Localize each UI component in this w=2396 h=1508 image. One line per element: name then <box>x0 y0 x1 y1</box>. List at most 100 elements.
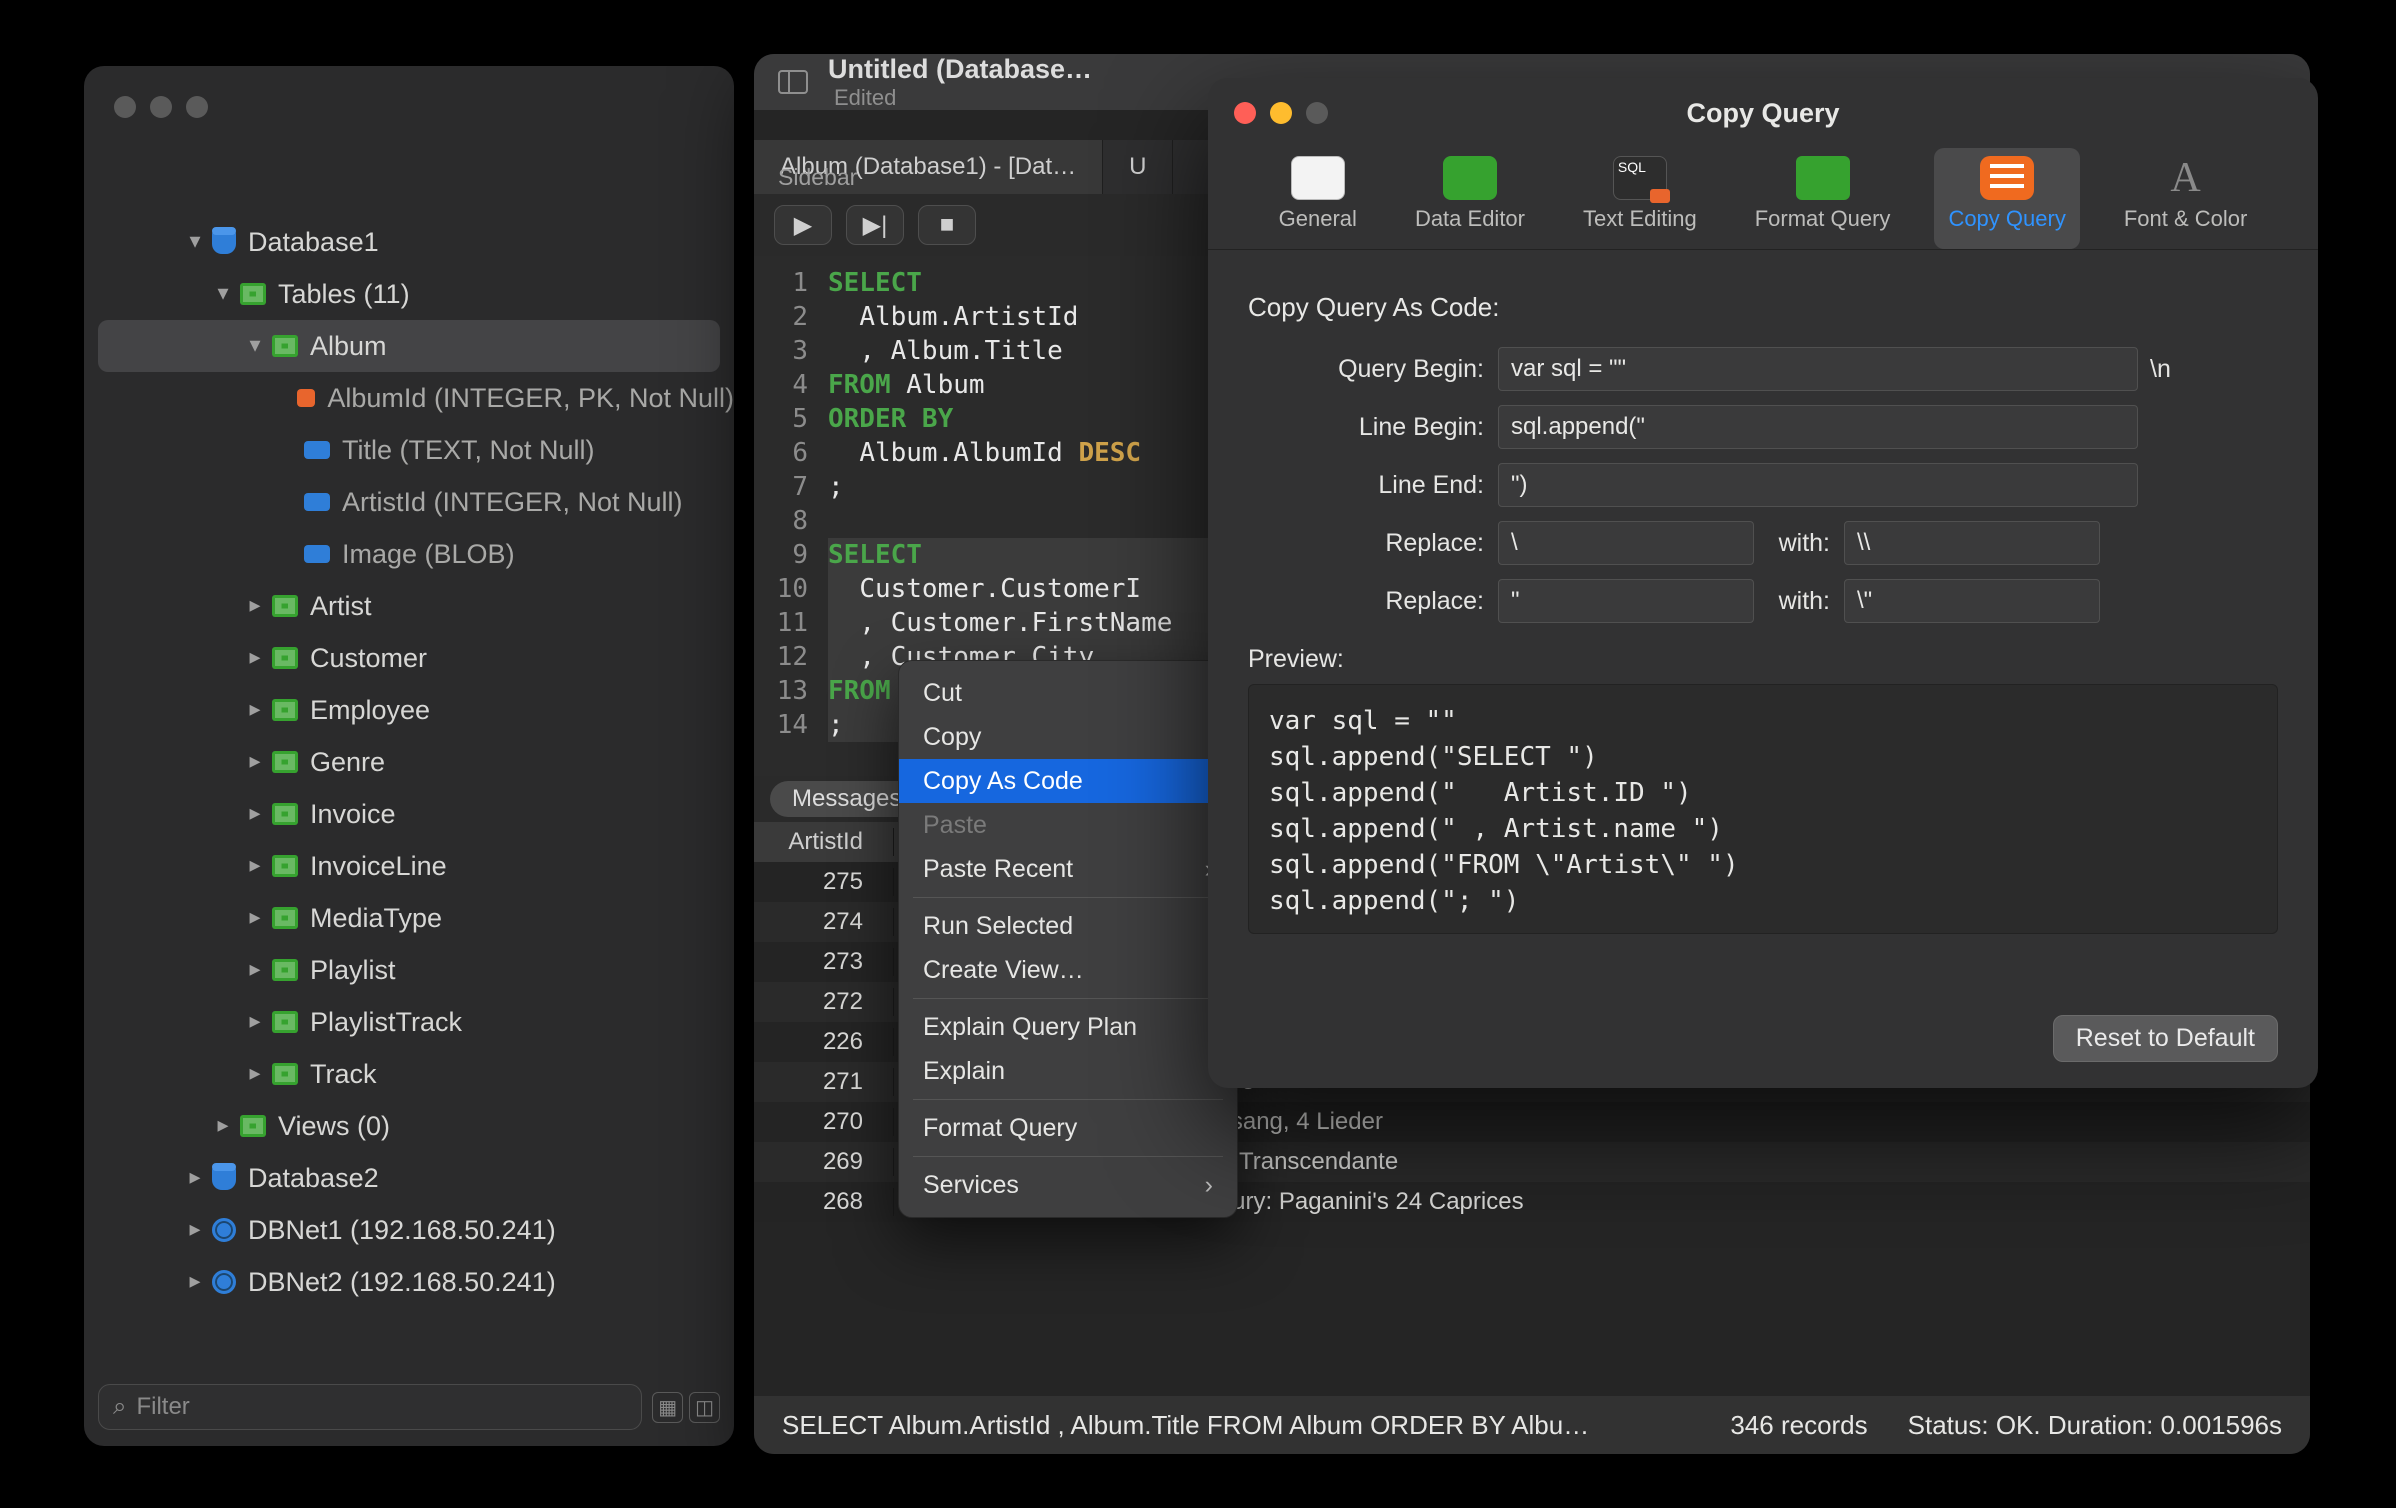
pref-tab-copy[interactable]: Copy Query <box>1934 148 2079 249</box>
menu-item[interactable]: Explain <box>899 1049 1237 1093</box>
tree-item[interactable]: Database2 <box>84 1152 734 1204</box>
tree-item[interactable]: Playlist <box>84 944 734 996</box>
input-line-end[interactable] <box>1498 463 2138 507</box>
tree-item-label: Views (0) <box>278 1111 390 1142</box>
menu-item[interactable]: Copy As Code <box>899 759 1237 803</box>
tree-item[interactable]: Album <box>98 320 720 372</box>
tree-item[interactable]: DBNet1 (192.168.50.241) <box>84 1204 734 1256</box>
primary-key-icon <box>297 389 315 407</box>
filter-input[interactable]: ⌕ Filter <box>98 1384 642 1430</box>
tree-item-label: InvoiceLine <box>310 851 447 882</box>
tree-item[interactable]: Customer <box>84 632 734 684</box>
sidebar-toggle-icon[interactable] <box>778 70 808 94</box>
chevron-right-icon <box>244 800 266 826</box>
pref-tab-data[interactable]: Data Editor <box>1401 148 1539 249</box>
input-replace1-from[interactable] <box>1498 521 1754 565</box>
status-ok: Status: OK. Duration: 0.001596s <box>1908 1410 2282 1441</box>
tree-item-label: ArtistId (INTEGER, Not Null) <box>342 487 683 518</box>
preferences-dialog: Copy Query General Data Editor Text Editin… <box>1208 78 2318 1088</box>
tree-item[interactable]: Image (BLOB) <box>84 528 734 580</box>
tree-item-label: MediaType <box>310 903 442 934</box>
minimize-dot[interactable] <box>150 96 172 118</box>
tree-item[interactable]: ArtistId (INTEGER, Not Null) <box>84 476 734 528</box>
chevron-right-icon: › <box>1205 1171 1213 1200</box>
layout-grid-icon[interactable]: ▦ <box>652 1392 683 1423</box>
tree-item[interactable]: Artist <box>84 580 734 632</box>
menu-item[interactable]: Services› <box>899 1163 1237 1207</box>
menu-item-label: Paste Recent <box>923 855 1073 884</box>
database-tree[interactable]: Database1Tables (11)AlbumAlbumId (INTEGE… <box>84 216 734 1374</box>
tree-item[interactable]: Employee <box>84 684 734 736</box>
tree-item-label: Image (BLOB) <box>342 539 515 570</box>
status-records: 346 records <box>1730 1410 1867 1441</box>
tree-item[interactable]: Tables (11) <box>84 268 734 320</box>
menu-item[interactable]: Copy <box>899 715 1237 759</box>
menu-item[interactable]: Run Selected <box>899 904 1237 948</box>
pref-tab-label: Format Query <box>1755 206 1891 232</box>
tree-item[interactable]: Views (0) <box>84 1100 734 1152</box>
line-gutter: 1234567891011121314 <box>754 256 818 776</box>
zoom-dot[interactable] <box>186 96 208 118</box>
menu-item[interactable]: Cut <box>899 671 1237 715</box>
layout-list-icon[interactable]: ◫ <box>689 1392 720 1423</box>
column-icon <box>304 493 330 511</box>
editor-context-menu[interactable]: CutCopyCopy As CodePastePaste Recent›Run… <box>898 660 1238 1218</box>
input-replace2-to[interactable] <box>1844 579 2100 623</box>
table-icon <box>272 595 298 617</box>
chevron-down-icon <box>184 228 206 254</box>
pref-tab-fmt[interactable]: Format Query <box>1741 148 1905 249</box>
input-query-begin[interactable] <box>1498 347 2138 391</box>
pref-tab-font[interactable]: AFont & Color <box>2110 148 2262 249</box>
label-line-end: Line End: <box>1248 471 1498 500</box>
tree-item[interactable]: MediaType <box>84 892 734 944</box>
window-traffic-lights <box>114 96 208 118</box>
table-icon <box>272 647 298 669</box>
table-icon <box>272 1011 298 1033</box>
window-subtitle: Edited <box>828 85 1092 111</box>
general-icon <box>1291 156 1345 200</box>
tree-item-label: Invoice <box>310 799 396 830</box>
menu-item[interactable]: Explain Query Plan <box>899 1005 1237 1049</box>
tree-item[interactable]: Title (TEXT, Not Null) <box>84 424 734 476</box>
tree-item[interactable]: Genre <box>84 736 734 788</box>
menu-item-label: Paste <box>923 811 987 840</box>
menu-item[interactable]: Paste Recent› <box>899 847 1237 891</box>
input-replace1-to[interactable] <box>1844 521 2100 565</box>
chevron-right-icon <box>244 644 266 670</box>
close-dot[interactable] <box>114 96 136 118</box>
reset-to-default-button[interactable]: Reset to Default <box>2053 1015 2278 1062</box>
tree-item-label: Customer <box>310 643 427 674</box>
sidebar-label: Sidebar <box>778 164 857 191</box>
tree-item[interactable]: Track <box>84 1048 734 1100</box>
tree-item[interactable]: DBNet2 (192.168.50.241) <box>84 1256 734 1308</box>
stop-button[interactable]: ■ <box>918 205 976 245</box>
col-artistid[interactable]: ArtistId <box>754 828 894 856</box>
data-icon <box>1443 156 1497 200</box>
menu-item[interactable]: Format Query <box>899 1106 1237 1150</box>
sidebar-footer: ⌕ Filter ▦ ◫ <box>98 1384 720 1430</box>
menu-item[interactable]: Create View… <box>899 948 1237 992</box>
network-db-icon <box>212 1218 236 1242</box>
tree-item[interactable]: InvoiceLine <box>84 840 734 892</box>
tree-item[interactable]: Invoice <box>84 788 734 840</box>
menu-item-label: Create View… <box>923 956 1084 985</box>
table-icon <box>272 335 298 357</box>
table-icon <box>272 855 298 877</box>
menu-item-label: Run Selected <box>923 912 1073 941</box>
tab-2[interactable]: U <box>1103 140 1173 194</box>
step-button[interactable]: ▶| <box>846 205 904 245</box>
tree-item[interactable]: AlbumId (INTEGER, PK, Not Null) <box>84 372 734 424</box>
table-icon <box>272 803 298 825</box>
input-line-begin[interactable] <box>1498 405 2138 449</box>
pref-tab-text[interactable]: Text Editing <box>1569 148 1711 249</box>
menu-item-label: Format Query <box>923 1114 1077 1143</box>
menu-separator <box>913 1099 1223 1100</box>
run-button[interactable]: ▶ <box>774 205 832 245</box>
tree-item-label: Artist <box>310 591 372 622</box>
tree-item[interactable]: PlaylistTrack <box>84 996 734 1048</box>
pref-tab-general[interactable]: General <box>1265 148 1371 249</box>
label-query-begin: Query Begin: <box>1248 355 1498 384</box>
menu-item-label: Copy As Code <box>923 767 1083 796</box>
input-replace2-from[interactable] <box>1498 579 1754 623</box>
tree-item[interactable]: Database1 <box>84 216 734 268</box>
